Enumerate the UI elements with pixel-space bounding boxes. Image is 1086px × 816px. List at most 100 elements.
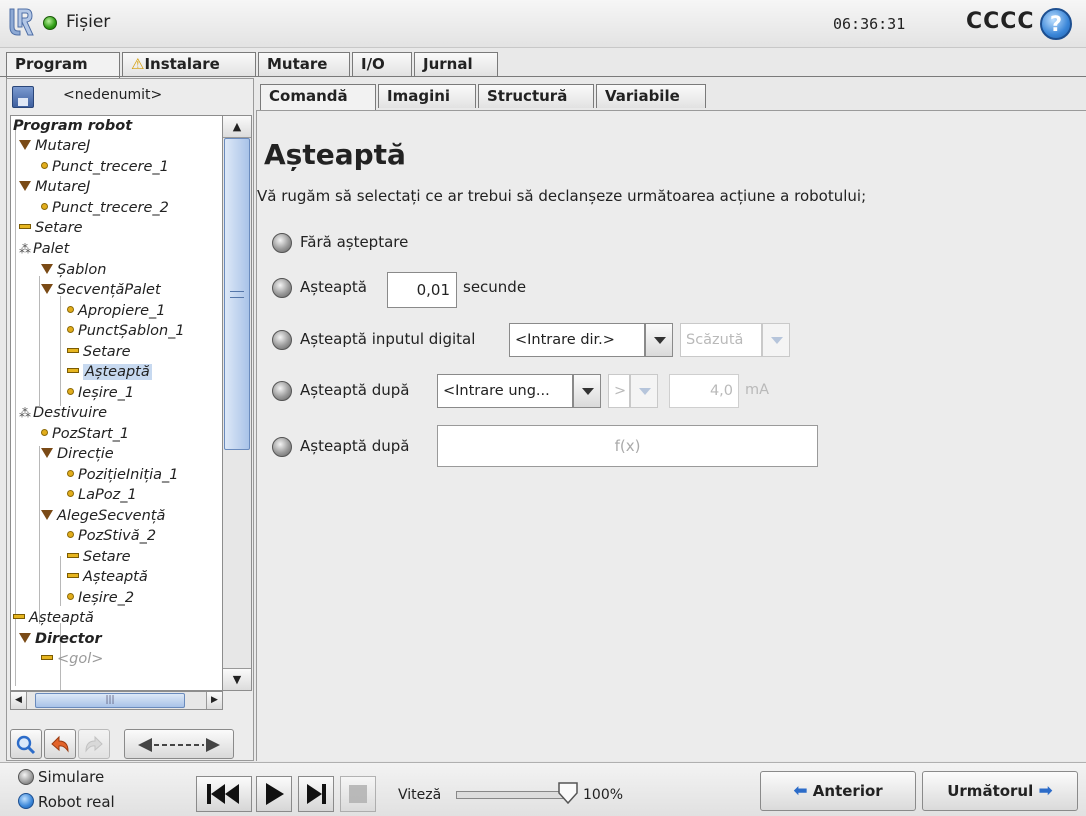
analog-value-input[interactable]: 4,0 xyxy=(669,374,739,408)
undo-button[interactable] xyxy=(44,729,76,759)
set-icon xyxy=(19,224,31,229)
tree-node[interactable]: Așteaptă xyxy=(67,567,148,588)
chevron-down-icon[interactable] xyxy=(630,374,658,408)
tree-node[interactable]: MutareJ xyxy=(19,136,90,157)
tree-node[interactable]: Șablon xyxy=(41,260,106,281)
chevron-down-icon[interactable] xyxy=(645,323,673,357)
help-icon[interactable]: ? xyxy=(1040,8,1072,40)
instruction-text: Vă rugăm să selectați ce ar trebui să de… xyxy=(257,187,867,205)
tree-node[interactable]: Director xyxy=(19,629,102,650)
tree-node[interactable]: Setare xyxy=(67,547,131,568)
tree-node[interactable]: Setare xyxy=(67,342,131,363)
simulation-mode-icon[interactable] xyxy=(18,769,34,785)
tab-io[interactable]: I/O xyxy=(352,52,412,76)
tree-node[interactable]: PozițieInițiа_1 xyxy=(67,465,178,486)
tab-structure[interactable]: Structură xyxy=(478,84,594,108)
tab-log[interactable]: Jurnal xyxy=(414,52,498,76)
step-button[interactable] xyxy=(298,776,334,812)
waypoint-icon xyxy=(67,593,74,600)
previous-button[interactable]: ⬅ Anterior xyxy=(760,771,916,811)
redo-button[interactable] xyxy=(78,729,110,759)
tab-graphics[interactable]: Imagini xyxy=(378,84,476,108)
cut-paste-button[interactable] xyxy=(124,729,234,759)
tab-label: Jurnal xyxy=(423,55,473,73)
tab-command[interactable]: Comandă xyxy=(260,84,376,110)
radio-no-wait[interactable] xyxy=(272,233,292,253)
move-icon xyxy=(41,510,53,520)
slider-knob-icon[interactable] xyxy=(557,781,579,805)
tree-node[interactable]: Ieșire_2 xyxy=(67,588,134,609)
tree-node[interactable]: PunctȘablon_1 xyxy=(67,321,185,342)
tab-label: Variabile xyxy=(605,87,680,105)
wait-seconds-input[interactable]: 0,01 xyxy=(387,272,457,308)
tree-node[interactable]: AlegeSecvență xyxy=(41,506,165,527)
stop-button[interactable] xyxy=(340,776,376,812)
tab-label: Instalare xyxy=(144,55,220,73)
tab-program[interactable]: Program xyxy=(6,52,120,78)
scroll-down-icon[interactable]: ▼ xyxy=(223,668,251,690)
tree-horizontal-scrollbar[interactable]: ◀ ||| ▶ xyxy=(10,691,223,710)
simulation-mode-label[interactable]: Simulare xyxy=(38,768,104,786)
tree-node-label: Program robot xyxy=(13,118,133,134)
tree-node[interactable]: Punct_trecere_1 xyxy=(41,157,169,178)
radio-wait-digital[interactable] xyxy=(272,330,292,350)
next-button[interactable]: Următorul ➡ xyxy=(922,771,1078,811)
ur-logo-icon xyxy=(9,8,34,36)
tree-toolbar xyxy=(10,729,254,761)
tree-node[interactable]: Setare xyxy=(19,218,83,239)
play-button[interactable] xyxy=(256,776,292,812)
scroll-thumb[interactable]: ||| xyxy=(35,693,185,708)
tab-variables[interactable]: Variabile xyxy=(596,84,706,108)
expression-input[interactable]: f(x) xyxy=(437,425,818,467)
tree-node[interactable]: Direcție xyxy=(41,444,114,465)
radio-label: Așteaptă xyxy=(300,278,367,296)
analog-operator-select[interactable]: > xyxy=(608,374,630,408)
scroll-right-icon[interactable]: ▶ xyxy=(206,692,222,709)
analog-input-select[interactable]: <Intrare ung... xyxy=(437,374,573,408)
step-forward-icon xyxy=(307,784,326,804)
tab-move[interactable]: Mutare xyxy=(258,52,350,76)
chevron-down-icon[interactable] xyxy=(573,374,601,408)
move-icon xyxy=(41,264,53,274)
tree-node[interactable]: PozStart_1 xyxy=(41,424,129,445)
waypoint-icon xyxy=(67,470,74,477)
scroll-thumb[interactable] xyxy=(224,138,250,450)
scroll-up-icon[interactable]: ▲ xyxy=(223,116,251,138)
tree-vertical-scrollbar[interactable]: ▲ ▼ xyxy=(222,115,252,691)
tree-node-label: Așteaptă xyxy=(83,364,152,380)
tree-node-label: PozițieInițiа_1 xyxy=(78,467,179,483)
tree-node[interactable]: PozStivă_2 xyxy=(67,526,156,547)
tree-node[interactable]: MutareJ xyxy=(19,177,90,198)
save-icon[interactable] xyxy=(12,86,34,108)
rewind-button[interactable] xyxy=(196,776,252,812)
digital-state-select[interactable]: Scăzută xyxy=(680,323,762,357)
tree-node[interactable]: Punct_trecere_2 xyxy=(41,198,169,219)
tree-node[interactable]: Apropiere_1 xyxy=(67,301,165,322)
tree-node[interactable]: ⁂ Palet xyxy=(19,239,69,260)
real-robot-mode-icon[interactable] xyxy=(18,793,34,809)
tree-node[interactable]: LaPoz_1 xyxy=(67,485,137,506)
chevron-down-icon[interactable] xyxy=(762,323,790,357)
tree-node[interactable]: Așteaptă xyxy=(13,608,94,629)
program-name: <nedenumit> xyxy=(63,87,163,103)
file-menu[interactable]: Fișier xyxy=(66,12,110,32)
tree-node[interactable]: ⁂ Destivuire xyxy=(19,403,107,424)
speed-slider[interactable] xyxy=(456,791,569,799)
tree-node-selected[interactable]: Așteaptă xyxy=(67,362,152,383)
tab-label: Structură xyxy=(487,87,568,105)
scroll-left-icon[interactable]: ◀ xyxy=(11,692,27,709)
digital-input-select[interactable]: <Intrare dir.> xyxy=(509,323,645,357)
tree-node[interactable]: <gol> xyxy=(41,649,103,670)
tree-node[interactable]: SecvențăPalet xyxy=(41,280,161,301)
tree-node[interactable]: Program robot xyxy=(13,116,132,137)
radio-wait-analog[interactable] xyxy=(272,381,292,401)
search-button[interactable] xyxy=(10,729,42,759)
tree-node[interactable]: Ieșire_1 xyxy=(67,383,134,404)
previous-label: Anterior xyxy=(812,782,883,800)
radio-wait-time[interactable] xyxy=(272,278,292,298)
tab-installation[interactable]: ⚠Instalare xyxy=(122,52,256,76)
radio-wait-expression[interactable] xyxy=(272,437,292,457)
tree-node-label: SecvențăPalet xyxy=(57,282,161,298)
real-robot-mode-label[interactable]: Robot real xyxy=(38,793,115,811)
program-tree[interactable]: Program robot MutareJ Punct_trecere_1 Mu… xyxy=(10,115,223,691)
